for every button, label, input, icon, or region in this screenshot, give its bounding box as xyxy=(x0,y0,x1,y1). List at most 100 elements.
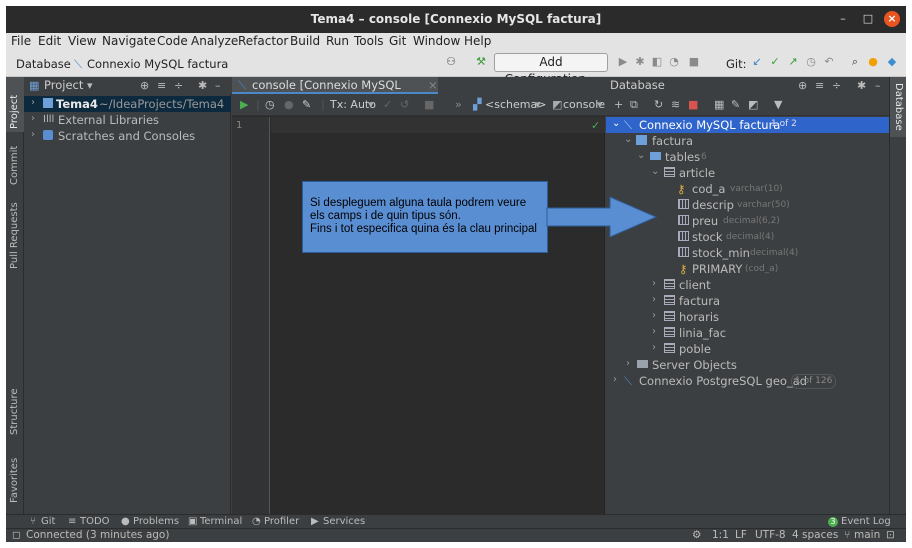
table-view-icon[interactable]: ▦ xyxy=(714,98,724,111)
maximize-button[interactable]: □ xyxy=(860,11,876,27)
collapse-all-icon[interactable]: ÷ xyxy=(832,79,841,92)
chevron-right-icon[interactable]: › xyxy=(652,326,656,337)
commit-icon[interactable]: ✓ xyxy=(383,98,392,111)
tab-project[interactable]: Project xyxy=(9,95,20,129)
chevron-down-icon[interactable]: ⌄ xyxy=(612,118,620,129)
chevron-right-icon[interactable]: › xyxy=(31,113,35,124)
gear-icon[interactable]: ✱ xyxy=(198,79,207,92)
expand-all-icon[interactable]: ≡ xyxy=(815,79,824,92)
stop-square-icon[interactable]: ■ xyxy=(424,98,434,111)
tab-profiler[interactable]: Profiler xyxy=(264,516,299,527)
caret-position[interactable]: 1:1 xyxy=(712,529,729,541)
editor-text-area[interactable] xyxy=(271,117,605,133)
rollback-icon[interactable]: ↺ xyxy=(400,98,409,111)
menu-tools[interactable]: Tools xyxy=(354,34,384,48)
tree-item-scratches[interactable]: › Scratches and Consoles xyxy=(24,128,231,144)
menu-run[interactable]: Run xyxy=(326,34,349,48)
git-commit-icon[interactable]: ✓ xyxy=(768,55,782,68)
tree-table-client[interactable]: › client xyxy=(606,277,889,293)
history-icon[interactable]: ◷ xyxy=(804,55,818,68)
tree-schema-factura[interactable]: ⌄ factura xyxy=(606,133,889,149)
filter-icon[interactable]: ▼ xyxy=(774,98,782,111)
menu-file[interactable]: File xyxy=(11,34,31,48)
tab-git[interactable]: Git xyxy=(41,516,55,527)
add-icon[interactable]: + xyxy=(614,98,623,111)
tab-services[interactable]: Services xyxy=(323,516,365,527)
tab-commit[interactable]: Commit xyxy=(9,146,20,185)
tab-favorites[interactable]: Favorites xyxy=(9,458,20,503)
run-icon[interactable]: ▶ xyxy=(616,55,630,68)
user-icon[interactable]: ⚇ xyxy=(444,55,458,68)
settings-wrench-icon[interactable]: ✎ xyxy=(302,98,311,111)
tab-structure[interactable]: Structure xyxy=(9,388,20,435)
tree-server-objects[interactable]: › Server Objects xyxy=(606,357,889,373)
properties-icon[interactable]: ⧉ xyxy=(630,98,638,112)
lock-icon[interactable]: ⊡ xyxy=(886,529,895,541)
chevron-right-icon[interactable]: › xyxy=(652,310,656,321)
update-icon[interactable]: ● xyxy=(866,55,880,68)
stop-icon[interactable]: ■ xyxy=(687,55,701,68)
tree-item-tema4[interactable]: › Tema4 ~/IdeaProjects/Tema4 xyxy=(24,96,231,112)
tree-table-poble[interactable]: › poble xyxy=(606,341,889,357)
chevron-down-icon[interactable]: ⌄ xyxy=(624,134,632,145)
menu-view[interactable]: View xyxy=(68,34,96,48)
hide-panel-icon[interactable]: – xyxy=(215,79,221,92)
tree-table-horaris[interactable]: › horaris xyxy=(606,309,889,325)
debug-icon[interactable]: ✱ xyxy=(633,55,647,68)
edit-icon[interactable]: ✎ xyxy=(731,98,740,111)
tree-table-article[interactable]: ⌄ article xyxy=(606,165,889,181)
profile-icon[interactable]: ◔ xyxy=(667,55,681,68)
plugin-icon[interactable]: ◆ xyxy=(885,55,899,68)
tab-database[interactable]: Database xyxy=(893,83,904,131)
menu-navigate[interactable]: Navigate xyxy=(102,34,156,48)
menu-code[interactable]: Code xyxy=(157,34,188,48)
tree-table-factura[interactable]: › factura xyxy=(606,293,889,309)
stop-icon[interactable]: ● xyxy=(284,98,294,111)
chevron-down-icon[interactable]: ▾ xyxy=(597,98,603,111)
chevron-down-icon[interactable]: ▾ xyxy=(368,98,374,111)
tab-console[interactable]: ⟍ console [Connexio MySQL factura] × xyxy=(232,77,438,106)
menu-edit[interactable]: Edit xyxy=(38,34,61,48)
close-tab-icon[interactable]: × xyxy=(428,78,438,92)
project-header-label[interactable]: Project xyxy=(44,78,83,92)
add-configuration-button[interactable]: Add Configuration... xyxy=(494,53,608,86)
tab-pull-requests[interactable]: Pull Requests xyxy=(9,202,20,269)
indent-setting[interactable]: 4 spaces xyxy=(792,529,838,541)
console-icon[interactable]: ◩ xyxy=(748,98,758,111)
tree-table-linia-fac[interactable]: › linia_fac xyxy=(606,325,889,341)
coverage-icon[interactable]: ◧ xyxy=(650,55,664,68)
build-hammer-icon[interactable]: ⚒ xyxy=(474,55,488,68)
tab-todo[interactable]: TODO xyxy=(80,516,110,527)
search-icon[interactable]: ⌕ xyxy=(848,55,862,69)
menu-analyze[interactable]: Analyze xyxy=(191,34,238,48)
tree-key-primary[interactable]: ⚷ PRIMARY (cod_a) xyxy=(606,261,889,277)
close-button[interactable]: × xyxy=(884,11,900,27)
menu-help[interactable]: Help xyxy=(464,34,491,48)
chevron-right-icon[interactable]: › xyxy=(626,358,630,369)
chevron-right-icon[interactable]: › xyxy=(652,342,656,353)
menu-git[interactable]: Git xyxy=(389,34,406,48)
tab-event-log[interactable]: Event Log xyxy=(841,516,891,527)
menu-window[interactable]: Window xyxy=(413,34,460,48)
tree-column[interactable]: stock_min decimal(4) xyxy=(606,245,889,261)
file-encoding[interactable]: UTF-8 xyxy=(755,529,786,541)
more-icon[interactable]: » xyxy=(455,98,462,111)
line-separator[interactable]: LF xyxy=(735,529,747,541)
chevron-down-icon[interactable]: ⌄ xyxy=(651,166,659,177)
tab-terminal[interactable]: Terminal xyxy=(200,516,242,527)
chevron-right-icon[interactable]: › xyxy=(31,129,35,140)
execute-icon[interactable]: ▶ xyxy=(240,98,248,111)
tree-connection-postgres[interactable]: › ⟍ Connexio PostgreSQL geo_ad 1 of 126 xyxy=(606,373,889,389)
chevron-down-icon[interactable]: ⌄ xyxy=(637,150,645,161)
locate-icon[interactable]: ⊕ xyxy=(798,79,807,92)
status-message[interactable]: Connected (3 minutes ago) xyxy=(26,529,169,541)
git-update-icon[interactable]: ↙ xyxy=(750,55,764,68)
git-branch[interactable]: main xyxy=(854,529,880,541)
chevron-right-icon[interactable]: › xyxy=(31,97,35,108)
tree-tables[interactable]: ⌄ tables 6 xyxy=(606,149,889,165)
hide-panel-icon[interactable]: – xyxy=(875,79,881,92)
tab-problems[interactable]: Problems xyxy=(133,516,179,527)
expand-all-icon[interactable]: ≡ xyxy=(157,79,166,92)
breadcrumb-database[interactable]: Database xyxy=(16,57,71,71)
refresh-icon[interactable]: ↻ xyxy=(654,98,663,111)
